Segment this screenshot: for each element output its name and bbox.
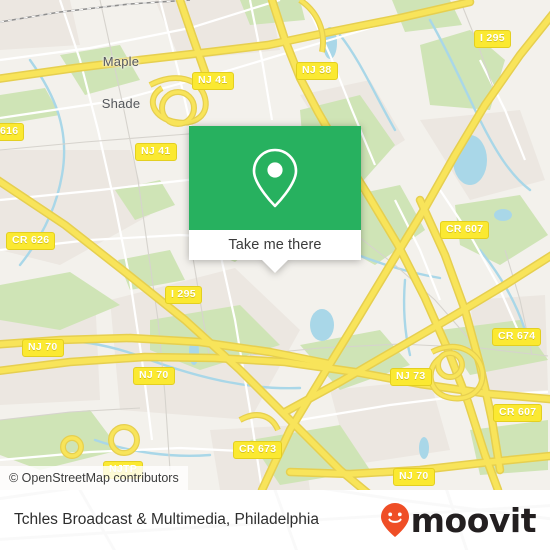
- map-attribution[interactable]: © OpenStreetMap contributors: [0, 466, 188, 490]
- road-shield: NJ 70: [133, 367, 175, 385]
- attribution-text: © OpenStreetMap contributors: [9, 471, 179, 485]
- road-shield: CR 674: [492, 328, 542, 346]
- popup-tail: [262, 260, 288, 273]
- road-shield: NJ 41: [135, 143, 177, 161]
- moovit-wordmark: moovit: [410, 500, 537, 540]
- page-title: Tchles Broadcast & Multimedia, Philadelp…: [14, 511, 319, 528]
- road-shield: NJ 73: [390, 368, 432, 386]
- road-shield: NJ 38: [296, 62, 338, 80]
- road-shield: NJ 41: [192, 72, 234, 90]
- moovit-logo[interactable]: moovit: [380, 500, 537, 540]
- road-shield: I 295: [165, 286, 202, 304]
- map-canvas[interactable]: Maple Shade I 295 NJ 38 NJ 41 NJ 41 616 …: [0, 0, 550, 490]
- map-screenshot: Maple Shade I 295 NJ 38 NJ 41 NJ 41 616 …: [0, 0, 550, 550]
- take-me-there-label: Take me there: [228, 237, 322, 253]
- road-shield: 616: [0, 123, 25, 141]
- moovit-pin-icon: [380, 502, 410, 538]
- popup-footer[interactable]: Take me there: [189, 230, 361, 273]
- road-shield: CR 626: [6, 232, 56, 250]
- road-shield: CR 673: [233, 441, 283, 459]
- road-shield: CR 607: [493, 404, 543, 422]
- road-shield: CR 607: [440, 221, 490, 239]
- popup-header: [189, 126, 361, 230]
- map-pin-icon: [249, 146, 301, 210]
- footer-bar: Tchles Broadcast & Multimedia, Philadelp…: [0, 490, 550, 550]
- road-shield: I 295: [474, 30, 511, 48]
- road-shield: NJ 70: [22, 339, 64, 357]
- location-popup[interactable]: Take me there: [189, 126, 361, 273]
- road-shield: NJ 70: [393, 468, 435, 486]
